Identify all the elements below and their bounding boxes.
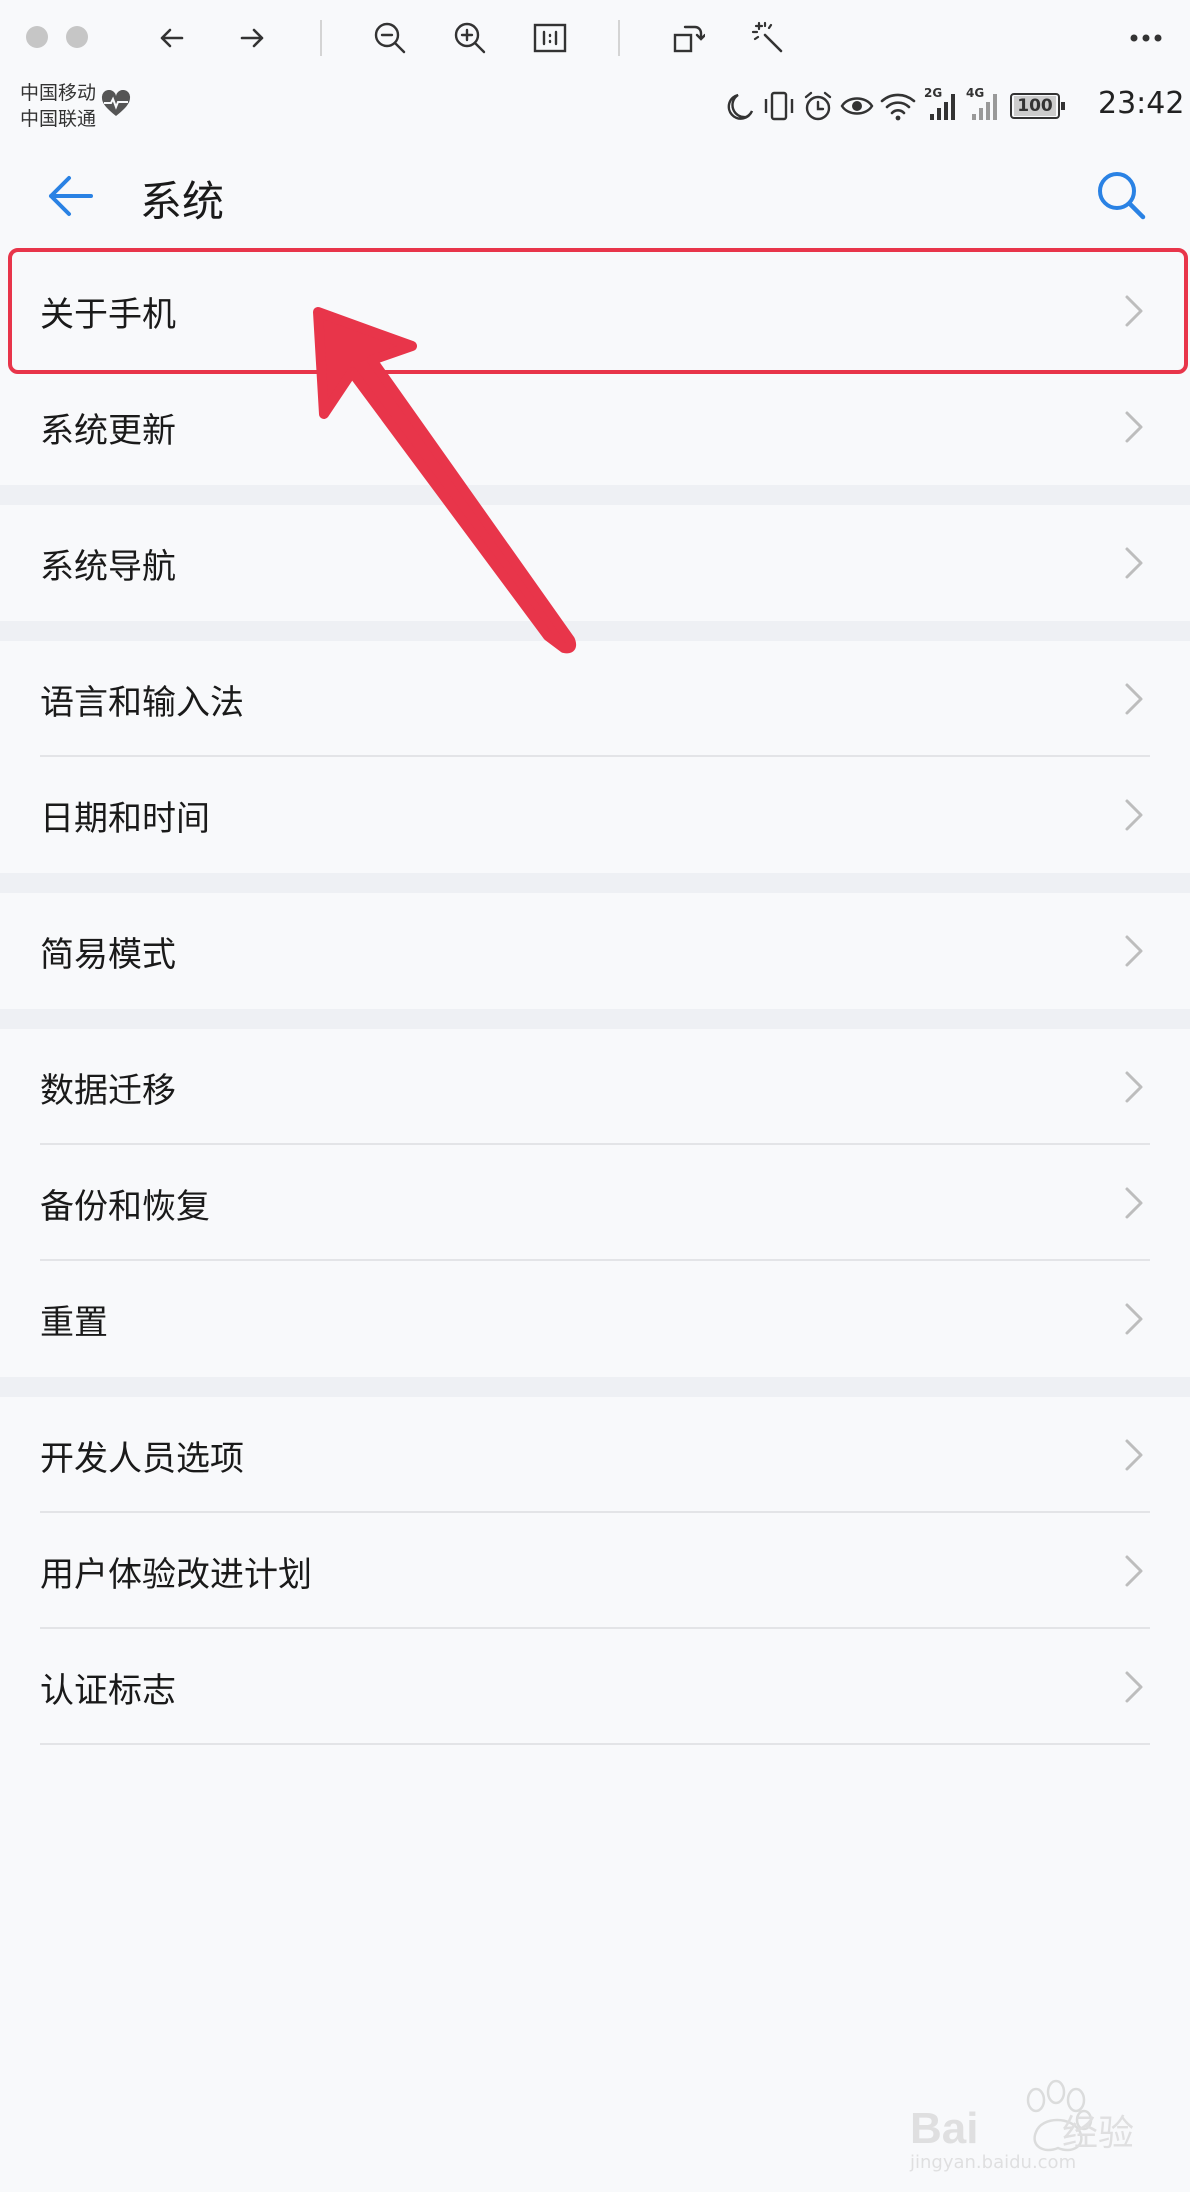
- clock: 23:42: [1098, 86, 1185, 121]
- chevron-right-icon: [1125, 1671, 1143, 1703]
- arrow-right-icon[interactable]: [232, 18, 272, 58]
- settings-item-system-update[interactable]: 系统更新: [0, 369, 1190, 485]
- item-label: 备份和恢复: [40, 1186, 210, 1227]
- carrier-1: 中国移动: [20, 82, 97, 104]
- search-button[interactable]: [1090, 164, 1152, 226]
- toolbar-separator: [618, 20, 620, 56]
- eye-icon: [840, 97, 874, 115]
- zoom-in-icon[interactable]: [450, 18, 490, 58]
- settings-group: 语言和输入法 日期和时间: [0, 641, 1190, 873]
- item-label: 重置: [40, 1302, 108, 1343]
- group-separator: [0, 485, 1190, 505]
- close-icon[interactable]: [26, 26, 48, 48]
- screen: 中国移动 中国联通 2G 4G 100 23:42 系统 关于手机 系统更新 系…: [0, 0, 1190, 2192]
- signal-4g-icon: 4G: [964, 86, 1000, 122]
- item-label: 认证标志: [40, 1670, 176, 1711]
- chevron-right-icon: [1125, 411, 1143, 443]
- item-label: 简易模式: [40, 934, 176, 975]
- item-label: 日期和时间: [40, 798, 210, 839]
- zoom-out-icon[interactable]: [370, 18, 410, 58]
- settings-list: 关于手机 系统更新 系统导航 语言和输入法 日期和时间 简易模式 数据迁移 备份…: [0, 253, 1190, 1745]
- search-icon: [1098, 172, 1146, 220]
- settings-group: 开发人员选项 用户体验改进计划 认证标志: [0, 1397, 1190, 1745]
- settings-item-language-input[interactable]: 语言和输入法: [0, 641, 1190, 757]
- network-type-2: 4G: [966, 86, 985, 100]
- watermark-url: jingyan.baidu.com: [910, 2152, 1077, 2173]
- item-label: 开发人员选项: [40, 1438, 244, 1479]
- network-type-1: 2G: [924, 86, 943, 100]
- settings-item-data-migration[interactable]: 数据迁移: [0, 1029, 1190, 1145]
- item-label: 系统更新: [40, 410, 176, 451]
- chevron-right-icon: [1125, 1187, 1143, 1219]
- settings-item-certification-logos[interactable]: 认证标志: [0, 1629, 1190, 1745]
- settings-item-system-navigation[interactable]: 系统导航: [0, 505, 1190, 621]
- chevron-right-icon: [1125, 799, 1143, 831]
- settings-item-developer-options[interactable]: 开发人员选项: [0, 1397, 1190, 1513]
- page-title: 系统: [140, 177, 225, 226]
- toolbar-separator: [320, 20, 322, 56]
- chevron-right-icon: [1125, 1071, 1143, 1103]
- battery-level: 100: [1014, 96, 1056, 116]
- group-separator: [0, 873, 1190, 893]
- status-icons: 2G 4G 100: [726, 86, 1065, 124]
- watermark: Bai 经验 jingyan.baidu.com: [910, 2070, 1150, 2173]
- battery-icon: 100: [1010, 93, 1065, 119]
- rotate-icon[interactable]: [668, 18, 708, 58]
- settings-item-simple-mode[interactable]: 简易模式: [0, 893, 1190, 1009]
- carrier-2: 中国联通: [20, 108, 97, 130]
- highlight-box: [8, 248, 1188, 374]
- viewer-toolbar: [0, 0, 1190, 76]
- chevron-right-icon: [1125, 683, 1143, 715]
- signal-2g-icon: 2G: [922, 86, 958, 122]
- carrier-info: 中国移动 中国联通: [20, 80, 96, 132]
- item-label: 系统导航: [40, 546, 176, 587]
- chevron-right-icon: [1125, 1303, 1143, 1335]
- settings-item-user-experience[interactable]: 用户体验改进计划: [0, 1513, 1190, 1629]
- chevron-right-icon: [1125, 935, 1143, 967]
- item-label: 语言和输入法: [40, 682, 244, 723]
- group-separator: [0, 1009, 1190, 1029]
- watermark-suffix: 经验: [1062, 2113, 1135, 2154]
- item-label: 用户体验改进计划: [40, 1554, 312, 1595]
- minimize-icon[interactable]: [66, 26, 88, 48]
- moon-icon: [727, 93, 754, 120]
- chevron-right-icon: [1125, 1439, 1143, 1471]
- wifi-icon: [880, 93, 916, 121]
- app-bar: 系统: [0, 136, 1190, 256]
- vibrate-icon: [764, 91, 794, 121]
- item-label: 数据迁移: [40, 1070, 176, 1111]
- settings-group: 简易模式: [0, 893, 1190, 1009]
- arrow-left-icon[interactable]: [152, 18, 192, 58]
- chevron-right-icon: [1125, 547, 1143, 579]
- settings-item-date-time[interactable]: 日期和时间: [0, 757, 1190, 873]
- group-separator: [0, 1377, 1190, 1397]
- group-separator: [0, 621, 1190, 641]
- back-button[interactable]: [40, 166, 100, 226]
- settings-group: 系统导航: [0, 505, 1190, 621]
- health-heart-icon: [101, 90, 131, 116]
- watermark-brand: Bai: [910, 2104, 979, 2153]
- status-bar: 中国移动 中国联通 2G 4G 100 23:42: [0, 76, 1190, 136]
- alarm-icon: [804, 91, 832, 121]
- more-icon[interactable]: [1126, 18, 1166, 58]
- settings-item-reset[interactable]: 重置: [0, 1261, 1190, 1377]
- settings-item-backup-restore[interactable]: 备份和恢复: [0, 1145, 1190, 1261]
- back-arrow-icon: [49, 176, 93, 216]
- settings-group: 数据迁移 备份和恢复 重置: [0, 1029, 1190, 1377]
- magic-wand-icon[interactable]: [748, 18, 788, 58]
- actual-size-icon[interactable]: [530, 18, 570, 58]
- chevron-right-icon: [1125, 1555, 1143, 1587]
